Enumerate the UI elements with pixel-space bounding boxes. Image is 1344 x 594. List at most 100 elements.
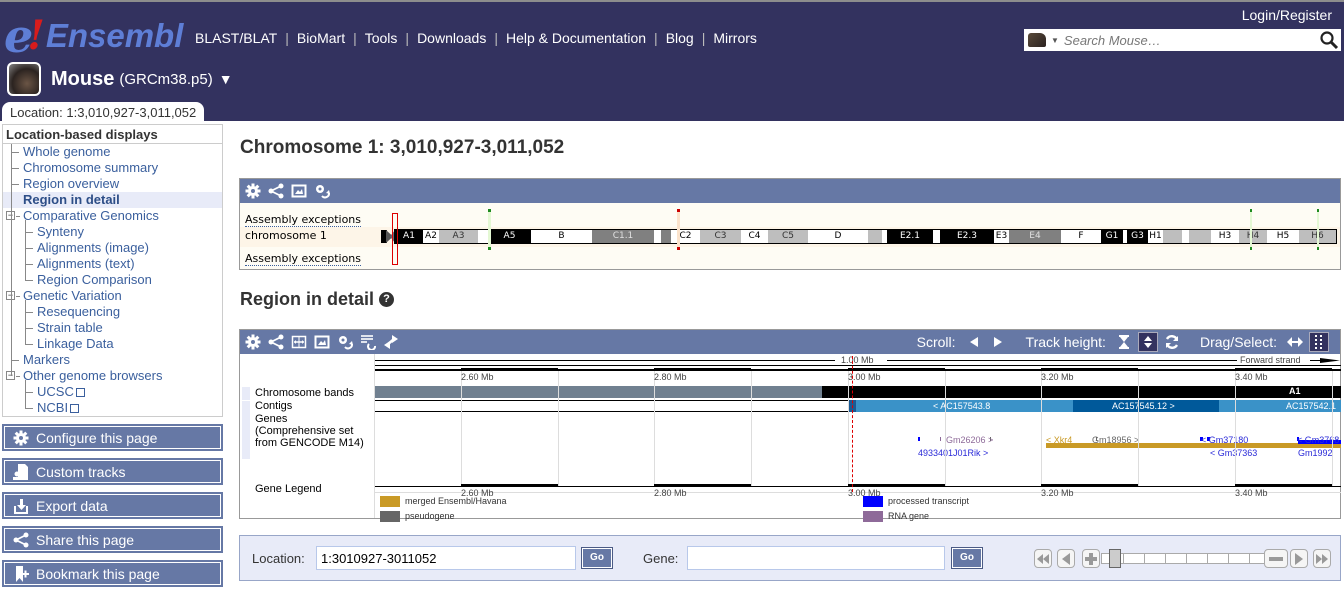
- help-icon[interactable]: ?: [379, 292, 395, 307]
- sidebar-item-ncbi[interactable]: NCBI: [3, 400, 222, 416]
- refresh-icon[interactable]: [1162, 332, 1182, 352]
- chromosome-band[interactable]: [868, 230, 882, 243]
- assembly-exception-marker[interactable]: [677, 209, 680, 247]
- nav-tools[interactable]: Tools: [357, 30, 406, 46]
- chromosome-band[interactable]: [1182, 230, 1189, 243]
- track-label-chromosome-bands[interactable]: Chromosome bands: [255, 387, 354, 400]
- chromosome-band[interactable]: A2: [423, 230, 439, 243]
- share-icon[interactable]: [268, 334, 284, 350]
- nav-help[interactable]: Help & Documentation: [498, 30, 654, 46]
- track-drag-handle[interactable]: [242, 401, 250, 413]
- gene-label[interactable]: Gm26206 >: [946, 435, 993, 445]
- assembly-exceptions-label-top[interactable]: Assembly exceptions: [245, 213, 362, 227]
- chromosome-band[interactable]: H1: [1148, 230, 1163, 243]
- track-label-contigs[interactable]: Contigs: [255, 400, 292, 413]
- chromosome-band[interactable]: [654, 230, 661, 243]
- caret-down-icon[interactable]: ▼: [219, 71, 233, 87]
- chromosome-band[interactable]: H4: [1239, 230, 1267, 243]
- custom-tracks-button[interactable]: Custom tracks: [2, 458, 223, 485]
- chromosome-bands-track[interactable]: A1: [375, 386, 1341, 398]
- chromosome-band[interactable]: [1163, 230, 1182, 243]
- share-this-page-button[interactable]: Share this page: [2, 526, 223, 553]
- track-drag-handle[interactable]: [242, 387, 250, 400]
- chromosome-band[interactable]: E2.3: [940, 230, 994, 243]
- genes-track[interactable]: Gm26206 > 4933401J01Rik > < Xkr4 Gm18956 > <…: [375, 412, 1341, 460]
- chromosome-band[interactable]: B: [531, 230, 592, 243]
- search-icon[interactable]: [1319, 30, 1339, 50]
- gene-feature[interactable]: [918, 437, 920, 441]
- dropdown-caret-icon[interactable]: ▼: [1051, 36, 1059, 45]
- chromosome-band[interactable]: H5: [1267, 230, 1299, 243]
- zoom-out-button[interactable]: [1264, 549, 1288, 568]
- chromosome-band[interactable]: C2: [671, 230, 700, 243]
- reset-config-icon[interactable]: [337, 334, 353, 350]
- chromosome-band[interactable]: C1.1: [592, 230, 654, 243]
- selected-region-box[interactable]: [392, 213, 398, 265]
- gene-label[interactable]: < Xkr4: [1046, 435, 1072, 445]
- image-export-icon[interactable]: [314, 334, 330, 350]
- sidebar-item-comparative-genomics[interactable]: Comparative Genomics: [3, 208, 222, 224]
- track-drag-handle[interactable]: [242, 413, 250, 459]
- chromosome-band[interactable]: A1: [395, 230, 423, 243]
- chromosome-band[interactable]: [933, 230, 940, 243]
- location-go-button[interactable]: Go: [581, 547, 613, 569]
- sidebar-item-region-in-detail[interactable]: Region in detail: [3, 192, 222, 208]
- gene-label[interactable]: < Gm37180: [1201, 435, 1248, 445]
- chromosome-band[interactable]: C5: [768, 230, 808, 243]
- gear-icon[interactable]: [245, 334, 261, 350]
- location-tab[interactable]: Location: 1:3,010,927-3,011,052: [2, 102, 205, 123]
- step-forward-button[interactable]: [1290, 549, 1308, 568]
- step-back-button[interactable]: [1057, 549, 1075, 568]
- gene-label[interactable]: Gm18956 >: [1092, 435, 1139, 445]
- mouse-species-icon[interactable]: [1028, 33, 1046, 47]
- chromosome-band[interactable]: E2.1: [887, 230, 933, 243]
- chromosome-band[interactable]: G1: [1101, 230, 1123, 243]
- chromosome-band[interactable]: [1189, 230, 1211, 243]
- assembly-exception-marker[interactable]: [1250, 209, 1252, 247]
- sidebar-item-region-comparison[interactable]: Region Comparison: [3, 272, 222, 288]
- gene-feature[interactable]: [940, 437, 941, 441]
- share-icon[interactable]: [268, 183, 284, 199]
- assembly-exception-marker[interactable]: [1317, 209, 1319, 247]
- species-selector[interactable]: Mouse (GRCm38.p5) ▼: [7, 62, 233, 96]
- gene-label[interactable]: < Gm37363: [1210, 448, 1257, 458]
- nav-biomart[interactable]: BioMart: [289, 30, 353, 46]
- image-export-icon[interactable]: [291, 183, 307, 199]
- bookmark-this-page-button[interactable]: Bookmark this page: [2, 560, 223, 587]
- gene-label[interactable]: Gm1992: [1298, 448, 1333, 458]
- gear-icon[interactable]: [245, 183, 261, 199]
- sidebar-item-strain-table[interactable]: Strain table: [3, 320, 222, 336]
- assembly-exception-marker[interactable]: [488, 209, 491, 247]
- chromosome-band[interactable]: F: [1061, 230, 1101, 243]
- nav-mirrors[interactable]: Mirrors: [705, 30, 765, 46]
- sidebar-item-alignments-image[interactable]: Alignments (image): [3, 240, 222, 256]
- chromosome-band[interactable]: G3: [1127, 230, 1148, 243]
- drag-mode-icon[interactable]: [1285, 332, 1305, 352]
- chromosome-band[interactable]: E3: [994, 230, 1009, 243]
- reset-config-icon[interactable]: [314, 183, 330, 199]
- scroll-left-icon[interactable]: [964, 332, 984, 352]
- gene-go-button[interactable]: Go: [951, 547, 983, 569]
- sidebar-item-genetic-variation[interactable]: Genetic Variation: [3, 288, 222, 304]
- zoom-in-button[interactable]: [1082, 549, 1100, 568]
- export-data-button[interactable]: Export data: [2, 492, 223, 519]
- flip-strand-icon[interactable]: [383, 334, 399, 350]
- sidebar-item-resequencing[interactable]: Resequencing: [3, 304, 222, 320]
- sidebar-item-whole-genome[interactable]: Whole genome: [3, 144, 222, 160]
- sidebar-item-region-overview[interactable]: Region overview: [3, 176, 222, 192]
- sidebar-item-markers[interactable]: Markers: [3, 352, 222, 368]
- chromosome-band[interactable]: A5: [488, 230, 531, 243]
- gene-input[interactable]: [687, 546, 945, 570]
- sidebar-item-linkage-data[interactable]: Linkage Data: [3, 336, 222, 352]
- location-input[interactable]: [316, 546, 576, 570]
- chromosome-band[interactable]: [478, 230, 488, 243]
- chromosome-band[interactable]: H3: [1211, 230, 1239, 243]
- chromosome-band[interactable]: A3: [439, 230, 478, 243]
- sidebar-item-chromosome-summary[interactable]: Chromosome summary: [3, 160, 222, 176]
- gene-label[interactable]: 4933401J01Rik >: [918, 448, 988, 458]
- assembly-exceptions-label-bottom[interactable]: Assembly exceptions: [245, 252, 362, 266]
- resize-image-icon[interactable]: [291, 334, 307, 350]
- select-mode-icon[interactable]: [1309, 332, 1329, 352]
- jump-forward-button[interactable]: [1313, 549, 1331, 568]
- scroll-right-icon[interactable]: [988, 332, 1008, 352]
